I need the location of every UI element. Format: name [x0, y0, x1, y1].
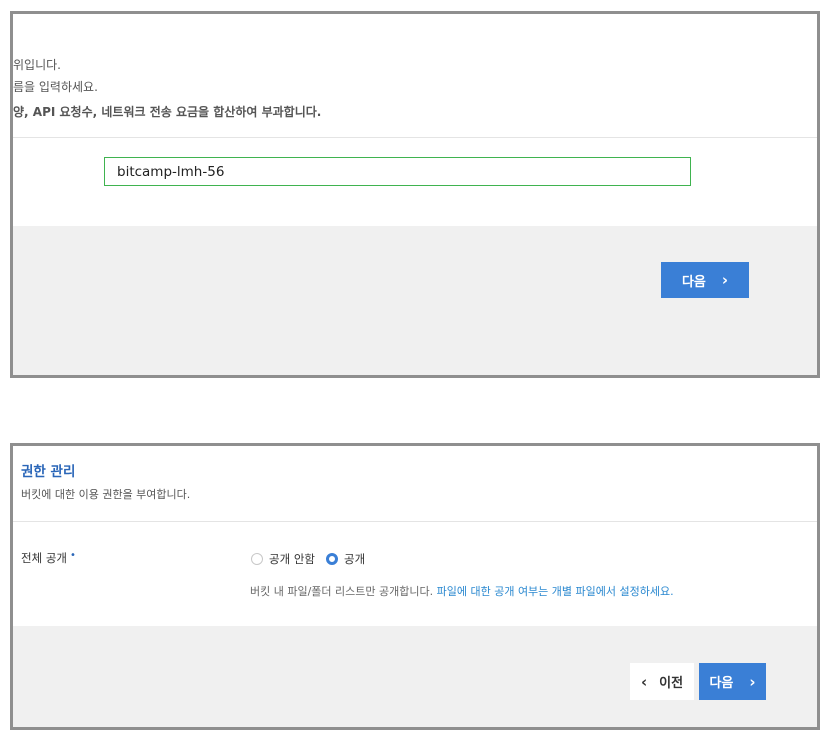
divider: [13, 521, 817, 522]
description-line-2: 름을 입력하세요.: [13, 80, 98, 94]
section-title: 권한 관리: [21, 464, 76, 480]
next-button[interactable]: 다음 ›: [661, 262, 749, 298]
chevron-right-icon: ›: [749, 672, 756, 691]
bucket-name-input[interactable]: [104, 157, 691, 186]
next-button-label: 다음: [709, 676, 734, 691]
radio-public-label[interactable]: 공개: [344, 551, 365, 567]
prev-button-label: 이전: [659, 676, 684, 691]
next-button[interactable]: 다음 ›: [699, 663, 766, 700]
description-line-3: 양, API 요청수, 네트워크 전송 요금을 합산하여 부과합니다.: [13, 105, 322, 119]
public-help-text: 버킷 내 파일/폴더 리스트만 공개합니다. 파일에 대한 공개 여부는 개별 …: [250, 583, 674, 599]
permission-panel: 권한 관리 버킷에 대한 이용 권한을 부여합니다. 전체 공개 • 공개 안함 …: [10, 443, 820, 730]
radio-private-label[interactable]: 공개 안함: [269, 551, 315, 567]
public-access-label-text: 전체 공개: [21, 551, 67, 565]
section-description: 버킷에 대한 이용 권한을 부여합니다.: [21, 488, 191, 501]
public-access-label: 전체 공개 •: [21, 550, 76, 566]
chevron-left-icon: ‹: [640, 672, 648, 691]
chevron-right-icon: ›: [721, 271, 729, 289]
panel-footer: 다음 ›: [13, 226, 817, 375]
bucket-name-panel: 위입니다. 름을 입력하세요. 양, API 요청수, 네트워크 전송 요금을 …: [10, 11, 820, 378]
divider: [13, 137, 817, 138]
prev-button[interactable]: ‹ 이전: [630, 663, 694, 700]
next-button-label: 다음: [681, 274, 706, 290]
panel-footer: ‹ 이전 다음 ›: [13, 626, 817, 727]
description-line-1: 위입니다.: [13, 58, 61, 72]
required-indicator: •: [69, 550, 76, 561]
help-link-text[interactable]: 파일에 대한 공개 여부는 개별 파일에서 설정하세요.: [437, 585, 674, 598]
radio-private[interactable]: [251, 553, 263, 565]
radio-public[interactable]: [326, 553, 338, 565]
help-plain-text: 버킷 내 파일/폴더 리스트만 공개합니다.: [250, 585, 434, 598]
